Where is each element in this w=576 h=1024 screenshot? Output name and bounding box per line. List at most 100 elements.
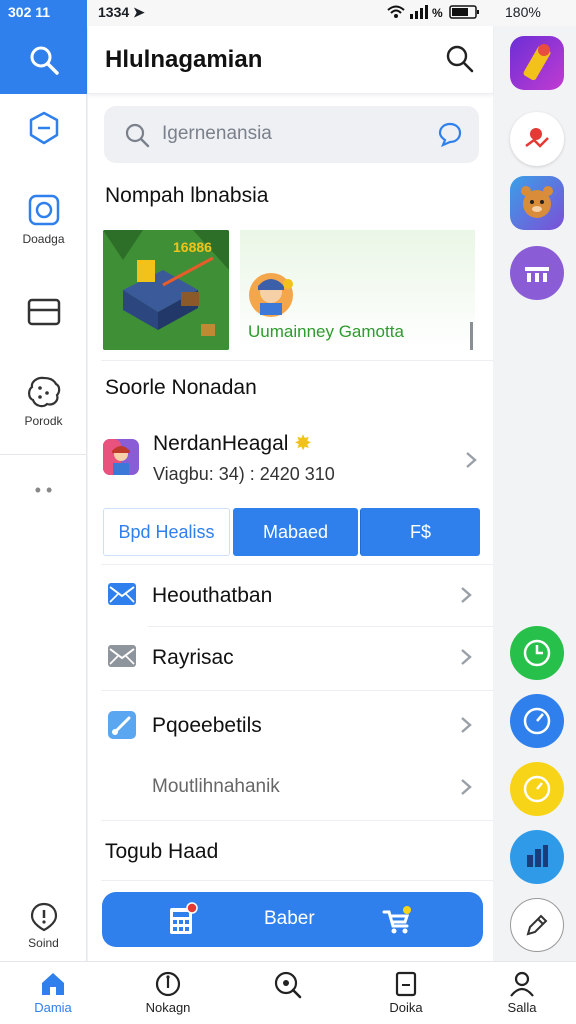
card-icon (27, 298, 60, 326)
store-icon (525, 267, 549, 282)
mail-gray-icon (108, 645, 136, 667)
chevron-right-icon (461, 717, 472, 733)
avatar-icon (249, 273, 293, 317)
contact-card[interactable]: NerdanHeagal ✸ Viagbu: 34) : 2420 310 (103, 431, 478, 486)
action-button-label: Baber (264, 908, 315, 929)
rail-search-button[interactable] (0, 26, 87, 94)
profile-icon (510, 971, 534, 997)
calculator-icon (170, 902, 198, 934)
status-battery-percent: 180% (505, 4, 541, 20)
page-title: Hlulnagamian (105, 46, 263, 73)
nav-item-damia[interactable]: Damia (8, 970, 98, 1015)
signal-icons: % (386, 4, 486, 23)
list-item-label: Heouthatban (152, 584, 273, 607)
tab-mabaed[interactable]: Mabaed (233, 508, 358, 556)
main-panel: Hlulnagamian Igernenansia Nompah lbnabsi… (88, 26, 493, 961)
status-time: 1334 ➤ (98, 4, 145, 20)
game-banner-promo[interactable]: Uumainney Gamotta (240, 230, 475, 350)
section-title: Nompah lbnabsia (105, 184, 269, 207)
list-item[interactable]: Moutlihnahanik (101, 756, 481, 818)
cookie-icon (27, 376, 60, 408)
search-icon (125, 123, 150, 148)
nav-item-search[interactable] (243, 970, 333, 1002)
nav-item-label: Damia (34, 1000, 72, 1015)
list-item[interactable]: Pqoeebetils (101, 694, 481, 756)
contact-subtitle: Viagbu: 34) : 2420 310 (153, 464, 335, 484)
home-icon (42, 973, 64, 995)
app-shortcut[interactable] (510, 36, 564, 90)
tab-bpd-healiss[interactable]: Bpd Healiss (103, 508, 230, 556)
map-pin-button[interactable] (510, 112, 564, 166)
nav-item-label: Doika (389, 1000, 423, 1015)
nav-item-salla[interactable]: Salla (477, 970, 567, 1015)
rail-more-button[interactable]: • • (0, 480, 87, 501)
brush-icon (108, 711, 136, 739)
banner-caption: Uumainney Gamotta (248, 322, 404, 341)
svg-text:16886: 16886 (173, 239, 212, 255)
scrollbar[interactable] (470, 322, 473, 350)
action-button[interactable]: Baber (102, 892, 483, 947)
wifi-signal-battery-icon: % (387, 5, 479, 20)
game-banner-image[interactable]: 16886 (103, 230, 229, 350)
nav-item-nokagn[interactable]: Nokagn (123, 970, 213, 1015)
divider (101, 360, 493, 361)
tab-bar: Bpd Healiss Mabaed F$ (103, 508, 481, 556)
app-shortcut[interactable] (510, 176, 564, 230)
edit-button[interactable] (510, 898, 564, 952)
rail-item-label: Porodk (24, 414, 63, 428)
rail-item-porodk[interactable]: Porodk (0, 374, 87, 428)
store-button[interactable] (510, 246, 564, 300)
nav-item-doika[interactable]: Doika (361, 970, 451, 1015)
section-title: Soorle Nonadan (105, 376, 257, 399)
map-pin-icon (525, 128, 549, 148)
chevron-right-icon (461, 649, 472, 665)
list-item-label: Pqoeebetils (152, 714, 262, 737)
gauge-button[interactable] (510, 694, 564, 748)
clock-icon (523, 639, 551, 667)
document-icon (395, 971, 417, 997)
search-input[interactable]: Igernenansia (104, 106, 479, 163)
rail-item-home[interactable] (0, 110, 87, 150)
search-icon (274, 971, 302, 999)
list-item-label: Rayrisac (152, 646, 234, 669)
shield-minus-icon (29, 111, 58, 145)
game-app-icon (523, 44, 551, 81)
divider (101, 880, 493, 881)
cart-icon (382, 906, 411, 934)
contact-avatar (103, 439, 139, 475)
rail-item-card[interactable] (0, 294, 87, 334)
top-bar: Hlulnagamian (88, 26, 493, 94)
location-icon: ➤ (133, 4, 145, 20)
left-rail: Doadga Porodk • • Soind (0, 26, 87, 961)
sun-badge-icon: ✸ (294, 432, 312, 455)
timer-icon (523, 775, 551, 803)
right-rail (494, 26, 576, 961)
status-time-left: 302 11 (0, 0, 87, 26)
compass-icon (155, 971, 181, 997)
rail-item-label: Soind (28, 936, 59, 950)
chevron-right-icon (461, 779, 472, 795)
rail-item-label: Doadga (22, 232, 65, 246)
list-item[interactable]: Rayrisac (101, 626, 481, 688)
bottom-nav: Damia Nokagn Doika Salla (0, 961, 576, 1024)
rail-item-doadga[interactable]: Doadga (0, 192, 87, 246)
chevron-right-icon (461, 587, 472, 603)
chat-bubble-icon[interactable] (437, 121, 463, 147)
camera-icon (28, 194, 59, 226)
search-placeholder: Igernenansia (162, 123, 272, 144)
status-bar: 302 11 1334 ➤ % 180% (0, 0, 576, 26)
timer-button[interactable] (510, 762, 564, 816)
alert-pin-icon (30, 902, 57, 932)
search-icon[interactable] (445, 44, 475, 74)
divider (101, 820, 493, 821)
stats-button[interactable] (510, 830, 564, 884)
bar-chart-icon (527, 845, 548, 867)
search-icon (30, 46, 59, 75)
pen-icon (526, 914, 548, 936)
mail-icon (108, 583, 136, 605)
tab-fs[interactable]: F$ (360, 508, 480, 556)
nav-item-label: Salla (507, 1000, 537, 1015)
rail-item-soind[interactable]: Soind (0, 902, 87, 950)
clock-button[interactable] (510, 626, 564, 680)
list-item[interactable]: Heouthatban (101, 564, 481, 626)
